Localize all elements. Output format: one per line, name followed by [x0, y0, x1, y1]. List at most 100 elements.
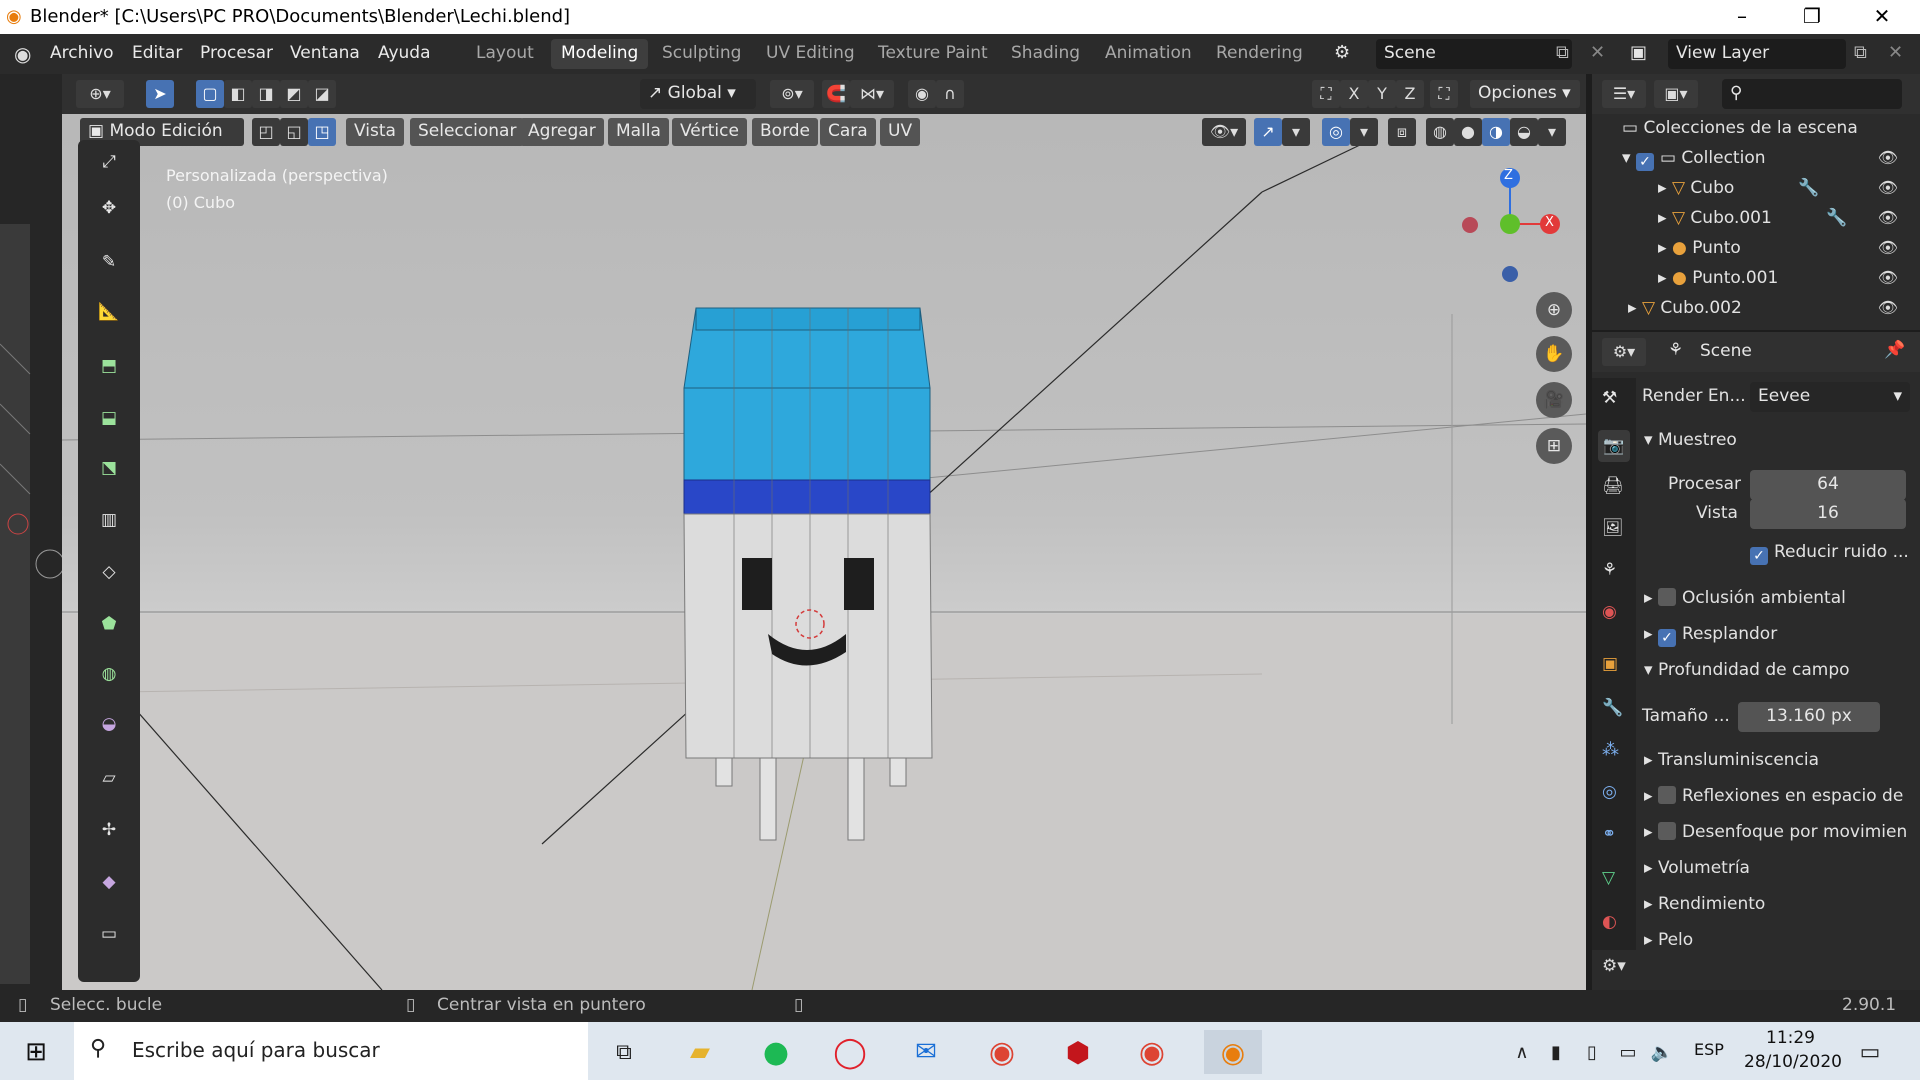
vertex-select-icon[interactable]: ◰	[252, 118, 280, 146]
menu-borde[interactable]: Borde	[752, 118, 819, 146]
editor-type-icon[interactable]: ☰▾	[1602, 80, 1646, 108]
denoise-checkbox[interactable]: ✓	[1750, 547, 1768, 565]
language-indicator[interactable]: ESP	[1694, 1040, 1724, 1059]
navigation-gizmo[interactable]: Z X	[1450, 164, 1580, 294]
app-red-icon[interactable]: ⬢	[1056, 1030, 1100, 1074]
face-select-icon[interactable]: ◳	[308, 118, 336, 146]
remove-scene-icon[interactable]: ✕	[1590, 42, 1605, 63]
camera-view-icon[interactable]: 🎥	[1536, 382, 1572, 418]
tab-shading[interactable]: Shading	[1001, 39, 1090, 69]
new-view-layer-icon[interactable]: ⧉	[1854, 42, 1867, 63]
select-mode-new-icon[interactable]: ▢	[196, 80, 224, 108]
mail-icon[interactable]: ✉	[904, 1030, 948, 1074]
eye-icon[interactable]: 👁	[1878, 208, 1898, 227]
pin-icon[interactable]: 📌	[1884, 340, 1905, 360]
expand-icon[interactable]: ▾	[1622, 148, 1636, 168]
tab-sculpting[interactable]: Sculpting	[652, 39, 751, 69]
panel-subsurface[interactable]: ▸ Transluminiscencia	[1644, 750, 1819, 778]
collection-checkbox[interactable]: ✓	[1635, 153, 1654, 171]
tool-tab-icon[interactable]: ⚒	[1602, 388, 1617, 408]
measure-tool-icon[interactable]: 📐	[86, 290, 132, 334]
select-box-icon[interactable]: ➤	[146, 80, 174, 108]
denoise-toggle[interactable]: ✓ Reducir ruido ...	[1750, 542, 1909, 570]
data-tab-icon[interactable]: ▽	[1602, 868, 1615, 888]
axis-x-toggle[interactable]: X	[1340, 80, 1368, 108]
expand-icon[interactable]: ▸	[1658, 268, 1672, 288]
rip-tool-icon[interactable]: ▭	[86, 912, 132, 956]
panel-motion-blur[interactable]: ▸ Desenfoque por movimien	[1644, 822, 1907, 850]
tab-rendering[interactable]: Rendering	[1206, 39, 1313, 69]
outliner-item-punto-001[interactable]: ▸ ● Punto.001 👁	[1658, 268, 1912, 296]
smooth-tool-icon[interactable]: ◒	[86, 702, 132, 746]
extrude-tool-icon[interactable]: ⬒	[86, 344, 132, 388]
menu-cara[interactable]: Cara	[820, 118, 876, 146]
ssr-checkbox[interactable]	[1657, 786, 1676, 804]
axis-y-toggle[interactable]: Y	[1368, 80, 1396, 108]
properties-bottom-editor-icon[interactable]: ⚙▾	[1602, 956, 1646, 984]
start-button[interactable]: ⊞	[14, 1030, 58, 1074]
expand-icon[interactable]: ▸	[1658, 178, 1672, 198]
volume-icon[interactable]: 🔈	[1640, 1030, 1684, 1074]
axis-z-toggle[interactable]: Z	[1396, 80, 1424, 108]
eye-icon[interactable]: 👁	[1878, 238, 1898, 257]
shading-rendered-icon[interactable]: ◒	[1510, 118, 1538, 146]
shading-dropdown-icon[interactable]: ▾	[1538, 118, 1566, 146]
outliner-item-cubo-001[interactable]: ▸ ▽ Cubo.001 🔧 👁	[1658, 208, 1912, 236]
blender-menu-icon[interactable]: ◉	[14, 42, 31, 66]
bevel-tool-icon[interactable]: ⬔	[86, 446, 132, 490]
proportional-edit-icon[interactable]: ◉	[908, 80, 936, 108]
restore-button[interactable]: ❐	[1792, 4, 1832, 30]
physics-tab-icon[interactable]: ◎	[1602, 782, 1617, 802]
output-tab-icon[interactable]: 🖨	[1602, 476, 1624, 496]
taskbar-search[interactable]: ⚲ Escribe aquí para buscar	[74, 1022, 588, 1080]
scene-tab-icon[interactable]: ⚘	[1602, 560, 1617, 580]
panel-performance[interactable]: ▸ Rendimiento	[1644, 894, 1765, 922]
view-layer-field[interactable]: View Layer	[1668, 39, 1846, 69]
bloom-checkbox[interactable]: ✓	[1657, 629, 1676, 647]
scene-field[interactable]: Scene	[1376, 39, 1572, 69]
particles-tab-icon[interactable]: ⁂	[1602, 740, 1619, 760]
spin-tool-icon[interactable]: ◍	[86, 652, 132, 696]
world-tab-icon[interactable]: ◉	[1602, 602, 1617, 622]
mirror-icon[interactable]: ⛶	[1312, 80, 1340, 108]
orientation-dropdown[interactable]: ↗ Global ▾	[640, 79, 756, 109]
gizmo-dropdown-icon[interactable]: ▾	[1282, 118, 1310, 146]
scale-tool-icon[interactable]: ⤢	[86, 140, 132, 184]
falloff-icon[interactable]: ∩	[936, 80, 964, 108]
new-scene-icon[interactable]: ⧉	[1556, 42, 1569, 63]
outliner-item-cubo[interactable]: ▸ ▽ Cubo 🔧 👁	[1658, 178, 1912, 206]
view-layer-tab-icon[interactable]: 🖼	[1602, 518, 1624, 538]
remove-view-layer-icon[interactable]: ✕	[1888, 42, 1903, 63]
clock-time[interactable]: 11:29	[1766, 1028, 1815, 1048]
notifications-icon[interactable]: ▭	[1848, 1030, 1892, 1074]
eye-icon[interactable]: 👁	[1878, 298, 1898, 317]
outliner-collection[interactable]: ▾ ✓ ▭ Collection 👁	[1622, 148, 1912, 176]
xray-icon[interactable]: ⧈	[1388, 118, 1416, 146]
menu-uv[interactable]: UV	[880, 118, 921, 146]
panel-volumetrics[interactable]: ▸ Volumetría	[1644, 858, 1750, 886]
outliner-scene-collections[interactable]: ▭ Colecciones de la escena	[1622, 118, 1858, 146]
zoom-icon[interactable]: ⊕	[1536, 292, 1572, 328]
snap-target-icon[interactable]: ⋈▾	[850, 80, 894, 108]
select-mode-intersect-icon[interactable]: ◪	[308, 80, 336, 108]
shrink-fatten-tool-icon[interactable]: ✢	[86, 808, 132, 852]
overlays-toggle-icon[interactable]: ◎	[1322, 118, 1350, 146]
edge-slide-tool-icon[interactable]: ▱	[86, 756, 132, 800]
menu-ayuda[interactable]: Ayuda	[378, 43, 431, 63]
modifier-tab-icon[interactable]: 🔧	[1602, 698, 1623, 718]
inset-tool-icon[interactable]: ⬓	[86, 396, 132, 440]
panel-depth-of-field[interactable]: ▾ Profundidad de campo	[1644, 660, 1850, 688]
expand-icon[interactable]: ▸	[1658, 238, 1672, 258]
snap-icon[interactable]: 🧲	[822, 80, 850, 108]
display-mode-icon[interactable]: ▣▾	[1654, 80, 1698, 108]
expand-icon[interactable]: ▸	[1658, 208, 1672, 228]
panel-ambient-occlusion[interactable]: ▸ Oclusión ambiental	[1644, 588, 1846, 616]
minimize-button[interactable]: –	[1722, 4, 1762, 30]
shading-solid-icon[interactable]: ●	[1454, 118, 1482, 146]
material-tab-icon[interactable]: ◐	[1602, 912, 1617, 932]
visibility-icon[interactable]: 👁▾	[1202, 118, 1246, 146]
shear-tool-icon[interactable]: ◆	[86, 860, 132, 904]
dof-size-field[interactable]: 13.160 px	[1738, 702, 1880, 732]
gizmo-toggle-icon[interactable]: ↗	[1254, 118, 1282, 146]
eye-icon[interactable]: 👁	[1878, 268, 1898, 287]
